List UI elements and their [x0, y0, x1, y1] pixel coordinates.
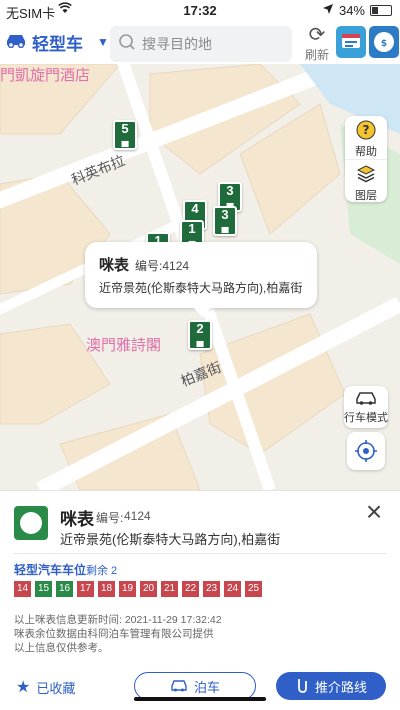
slot-section-title: 轻型汽车车位: [14, 563, 87, 577]
layers-button[interactable]: 图层: [345, 159, 387, 203]
car-icon: [4, 32, 28, 53]
car-icon: [356, 392, 376, 405]
svg-text:?: ?: [363, 123, 370, 137]
parking-slot: 19: [119, 581, 136, 597]
refresh-button[interactable]: ⟳ 刷新: [300, 24, 334, 63]
park-button[interactable]: 泊车: [134, 672, 256, 700]
chevron-down-icon: ▼: [97, 35, 109, 49]
parking-slot: 15: [35, 581, 52, 597]
parking-meter-icon: [14, 506, 48, 540]
status-bar: 无SIM卡 17:32 34%: [0, 0, 400, 22]
battery-icon: [370, 5, 392, 16]
map-tools: ? 帮助 图层: [345, 116, 387, 202]
meter-title: 咪表: [60, 510, 94, 529]
refresh-label: 刷新: [304, 48, 329, 62]
meter-code-label: 编号:: [96, 511, 124, 525]
layers-icon: [356, 165, 376, 183]
parking-slot: 25: [245, 581, 262, 597]
parking-slot: 22: [182, 581, 199, 597]
meter-address: 近帝景苑(伦斯泰特大马路方向),柏嘉街: [60, 532, 281, 547]
car-icon: ▄: [121, 136, 129, 147]
tooltip-code: 编号:4124: [135, 259, 190, 273]
parking-slot: 16: [56, 581, 73, 597]
info-line: 以上信息仅供参考。: [14, 642, 109, 654]
parking-marker[interactable]: 5 ▄: [113, 120, 137, 150]
help-button[interactable]: ? 帮助: [345, 116, 387, 159]
search-input[interactable]: [142, 36, 282, 52]
location-icon: [322, 3, 334, 18]
parking-marker-selected[interactable]: 2 ▄: [188, 320, 212, 350]
meter-detail-sheet: 咪表 编号: 4124 近帝景苑(伦斯泰特大马路方向),柏嘉街 × 轻型汽车车位…: [0, 490, 400, 710]
top-bar: 轻型车 ▼ ⟳ 刷新 $: [0, 22, 400, 64]
poi-label: 澳門雅詩閣: [86, 337, 162, 354]
search-box[interactable]: [110, 26, 292, 62]
parking-slot: 14: [14, 581, 31, 597]
parking-slot: 20: [140, 581, 157, 597]
vehicle-type-label: 轻型车: [32, 34, 83, 54]
slot-list: 14 15 16 17 18 19 20 21 22 23 24 25: [14, 581, 262, 597]
route-button-label: 推介路线: [314, 679, 367, 695]
parking-slot: 21: [161, 581, 178, 597]
car-icon: ▄: [196, 336, 204, 347]
refresh-icon: ⟳: [308, 24, 326, 46]
parking-slot: 18: [98, 581, 115, 597]
park-button-label: 泊车: [193, 679, 220, 695]
parking-slot: 23: [203, 581, 220, 597]
route-icon: [298, 679, 307, 693]
car-icon: ▄: [221, 222, 229, 233]
close-icon[interactable]: ×: [360, 498, 388, 527]
meter-info: 以上咪表信息更新时间: 2021-11-29 17:32:42 咪表余位数据由科…: [14, 613, 222, 655]
help-icon: ?: [356, 120, 376, 140]
divider: [14, 553, 386, 554]
svg-text:$: $: [381, 39, 387, 49]
drive-mode-button[interactable]: 行车模式: [344, 386, 388, 428]
map-view[interactable]: 門凱旋門酒店 澳門雅詩閣 科英布拉 柏嘉街 5▄ 3▄ 4▄ 3▄ 1▄ 1▄ …: [0, 64, 400, 490]
search-icon: [118, 33, 136, 56]
macau-pass-icon[interactable]: $: [369, 26, 399, 58]
tooltip-title: 咪表: [99, 257, 130, 274]
home-indicator: [134, 697, 266, 701]
car-icon: [171, 680, 187, 692]
locate-icon: [355, 440, 377, 462]
info-line: 以上咪表信息更新时间: 2021-11-29 17:32:42: [14, 614, 222, 626]
meter-code: 4124: [124, 509, 151, 523]
parking-slot: 17: [77, 581, 94, 597]
action-bar: ★ 已收藏 泊车 推介路线: [0, 667, 400, 707]
meter-tooltip[interactable]: 咪表 编号:4124 近帝景苑(伦斯泰特大马路方向),柏嘉街: [85, 242, 317, 317]
vehicle-type-selector[interactable]: 轻型车 ▼: [4, 28, 109, 56]
tooltip-address: 近帝景苑(伦斯泰特大马路方向),柏嘉街: [99, 281, 303, 295]
route-button[interactable]: 推介路线: [276, 672, 386, 700]
star-icon: ★: [16, 679, 31, 696]
favorite-label: 已收藏: [36, 680, 76, 696]
parking-slot: 24: [224, 581, 241, 597]
info-line: 咪表余位数据由科冏泊车管理有限公司提供: [14, 628, 214, 640]
favorite-button[interactable]: ★ 已收藏: [16, 677, 75, 697]
locate-button[interactable]: [347, 432, 385, 470]
parking-ticket-icon[interactable]: [336, 26, 366, 58]
battery-percent: 34%: [338, 3, 365, 18]
parking-marker[interactable]: 3 ▄: [213, 206, 237, 236]
slot-remaining: 剩余 2: [86, 565, 118, 577]
poi-label: 門凱旋門酒店: [0, 67, 91, 84]
